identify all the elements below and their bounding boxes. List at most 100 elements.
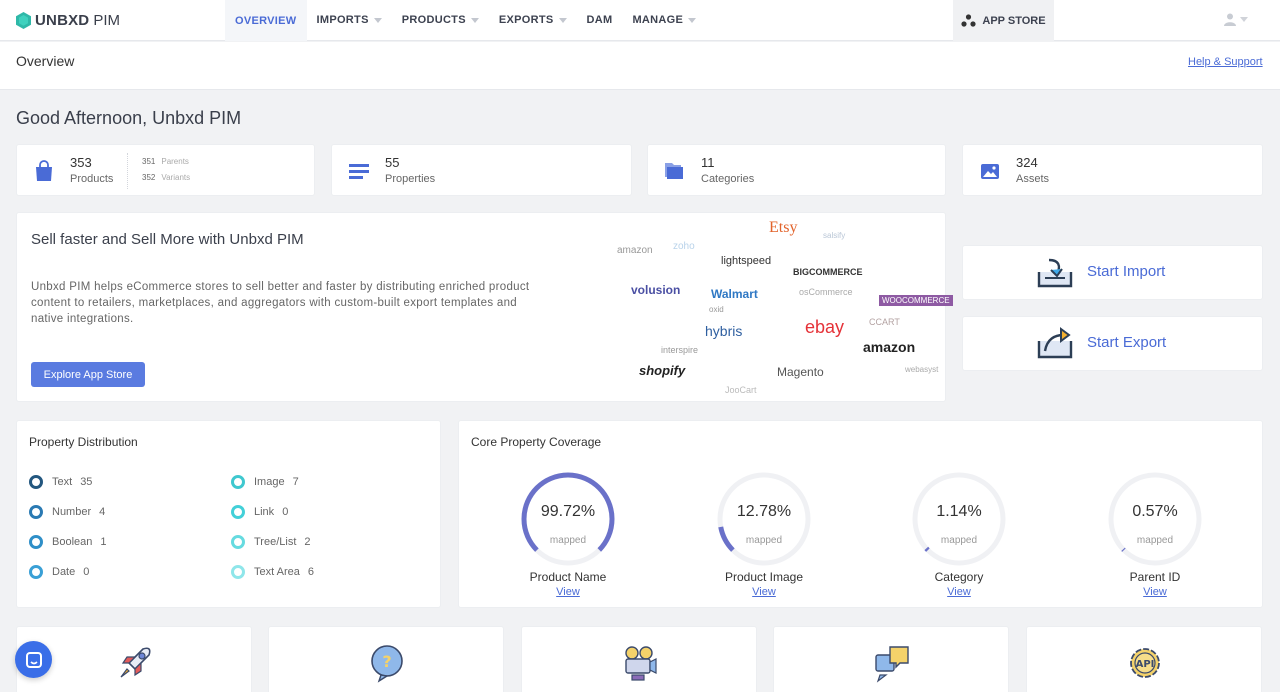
chat-widget-button[interactable] xyxy=(15,641,52,678)
variants-label: Variants xyxy=(161,173,191,182)
svg-text:?: ? xyxy=(382,652,391,671)
coverage-gauge-category: 1.14% mapped Category View xyxy=(909,469,1009,598)
variants-value: 352 xyxy=(142,173,156,182)
logo-magento: Magento xyxy=(777,365,824,379)
legend-label: Text xyxy=(52,476,73,488)
assets-count: 324 xyxy=(1016,155,1038,170)
app-store-button[interactable]: APP STORE xyxy=(953,0,1054,41)
svg-text:API: API xyxy=(1136,659,1155,670)
legend-item-image[interactable]: Image 7 xyxy=(231,475,299,489)
rocket-icon xyxy=(120,647,151,678)
app-store-label: APP STORE xyxy=(982,14,1046,27)
properties-count: 55 xyxy=(385,155,400,170)
legend-item-text[interactable]: Text 35 xyxy=(29,475,92,489)
logo-hybris: hybris xyxy=(705,323,743,339)
unbxd-hexagon-icon xyxy=(16,11,31,29)
promo-body: Unbxd PIM helps eCommerce stores to sell… xyxy=(31,281,530,325)
core-property-coverage-title: Core Property Coverage xyxy=(471,435,602,449)
legend-label: Number xyxy=(52,506,92,518)
api-gear-icon: API xyxy=(1130,648,1160,678)
start-import-button[interactable]: Start Import xyxy=(962,245,1263,300)
chat-bubble-icon xyxy=(25,651,42,668)
legend-count: 1 xyxy=(100,536,107,548)
user-menu[interactable] xyxy=(1224,13,1248,26)
explore-app-store-button[interactable]: Explore App Store xyxy=(31,362,145,387)
legend-item-number[interactable]: Number 4 xyxy=(29,505,105,519)
legend-count: 6 xyxy=(307,566,314,578)
video-card[interactable] xyxy=(521,626,757,692)
legend-item-boolean[interactable]: Boolean 1 xyxy=(29,535,107,549)
gauge-mapped-label: mapped xyxy=(745,535,783,546)
logo[interactable]: UNBXD PIM xyxy=(16,11,225,29)
legend-item-tree-list[interactable]: Tree/List 2 xyxy=(231,535,311,549)
gauge-property-name: Category xyxy=(934,570,984,584)
main-menu: OVERVIEW IMPORTS PRODUCTS EXPORTS DAM MA… xyxy=(225,0,706,41)
logo-zoho: zoho xyxy=(673,241,695,252)
export-icon xyxy=(1037,327,1073,359)
top-navbar: UNBXD PIM OVERVIEW IMPORTS PRODUCTS EXPO… xyxy=(0,0,1280,41)
list-icon xyxy=(349,164,369,179)
legend-count: 2 xyxy=(304,536,311,548)
feedback-card[interactable] xyxy=(773,626,1009,692)
nav-exports-label: EXPORTS xyxy=(498,14,554,26)
api-card[interactable]: API xyxy=(1026,626,1262,692)
gauge-mapped-label: mapped xyxy=(549,535,587,546)
nav-overview[interactable]: OVERVIEW xyxy=(225,0,307,41)
logo-amazon: amazon xyxy=(617,245,653,256)
nav-manage-label: MANAGE xyxy=(632,14,684,26)
products-label: Products xyxy=(70,173,114,185)
help-card[interactable]: ? xyxy=(268,626,504,692)
gauge-property-name: Parent ID xyxy=(1129,570,1181,584)
gauge-view-link[interactable]: View xyxy=(1105,586,1205,598)
video-camera-icon xyxy=(625,646,657,681)
gauge-mapped-label: mapped xyxy=(940,535,978,546)
nav-dam-label: DAM xyxy=(586,14,613,26)
legend-label: Text Area xyxy=(254,566,300,578)
gauge-property-name: Product Image xyxy=(724,570,804,584)
gauge-percent: 0.57% xyxy=(1132,503,1178,520)
brand-suffix: PIM xyxy=(93,11,121,29)
gauge-percent: 99.72% xyxy=(540,503,596,520)
legend-item-link[interactable]: Link 0 xyxy=(231,505,288,519)
legend-dot xyxy=(231,535,245,549)
parents-value: 351 xyxy=(142,157,156,166)
logo-ebay: ebay xyxy=(805,317,845,337)
gauge-percent: 12.78% xyxy=(736,503,792,520)
chevron-down-icon xyxy=(688,17,697,23)
help-support-link[interactable]: Help & Support xyxy=(1188,56,1263,68)
divider xyxy=(127,153,128,189)
legend-item-text-area[interactable]: Text Area 6 xyxy=(231,565,314,579)
logo-webasyst: webasyst xyxy=(905,365,939,374)
stat-card-assets[interactable]: 324 Assets xyxy=(962,144,1263,196)
chevron-down-icon xyxy=(558,17,567,23)
logo-walmart: Walmart xyxy=(711,287,758,301)
stat-card-categories[interactable]: 11 Categories xyxy=(647,144,946,196)
nav-dam[interactable]: DAM xyxy=(577,0,623,41)
gauge-view-link[interactable]: View xyxy=(714,586,814,598)
start-export-button[interactable]: Start Export xyxy=(962,316,1263,371)
page-title: Overview xyxy=(16,53,75,69)
folder-icon xyxy=(665,163,683,179)
coverage-gauge-product-name: 99.72% mapped Product Name View xyxy=(518,469,618,598)
nav-imports[interactable]: IMPORTS xyxy=(307,0,392,41)
gauge-view-link[interactable]: View xyxy=(909,586,1009,598)
legend-item-date[interactable]: Date 0 xyxy=(29,565,89,579)
stat-card-products[interactable]: 353 Products 351 Parents 352 Variants xyxy=(16,144,315,196)
logo-ccart: CCART xyxy=(869,317,900,327)
core-property-coverage-panel: Core Property Coverage 99.72% mapped Produ… xyxy=(458,420,1263,608)
logo-interspire: interspire xyxy=(661,345,699,355)
nav-manage[interactable]: MANAGE xyxy=(622,0,706,41)
nav-exports[interactable]: EXPORTS xyxy=(489,0,577,41)
legend-label: Tree/List xyxy=(254,536,297,548)
categories-count: 11 xyxy=(701,155,715,170)
nav-products[interactable]: PRODUCTS xyxy=(392,0,489,41)
page-header: Overview Help & Support xyxy=(0,42,1280,90)
gauge-view-link[interactable]: View xyxy=(518,586,618,598)
integration-logos: Etsy amazon lightspeed BIGCOMMERCE volus… xyxy=(613,217,953,399)
promo-heading: Sell faster and Sell More with Unbxd PIM xyxy=(31,231,304,248)
brand-name: UNBXD xyxy=(35,11,90,29)
logo-volusion: volusion xyxy=(631,283,681,297)
logo-salsify: salsify xyxy=(823,231,846,240)
stat-card-properties[interactable]: 55 Properties xyxy=(331,144,632,196)
logo-lightspeed: lightspeed xyxy=(721,255,772,267)
